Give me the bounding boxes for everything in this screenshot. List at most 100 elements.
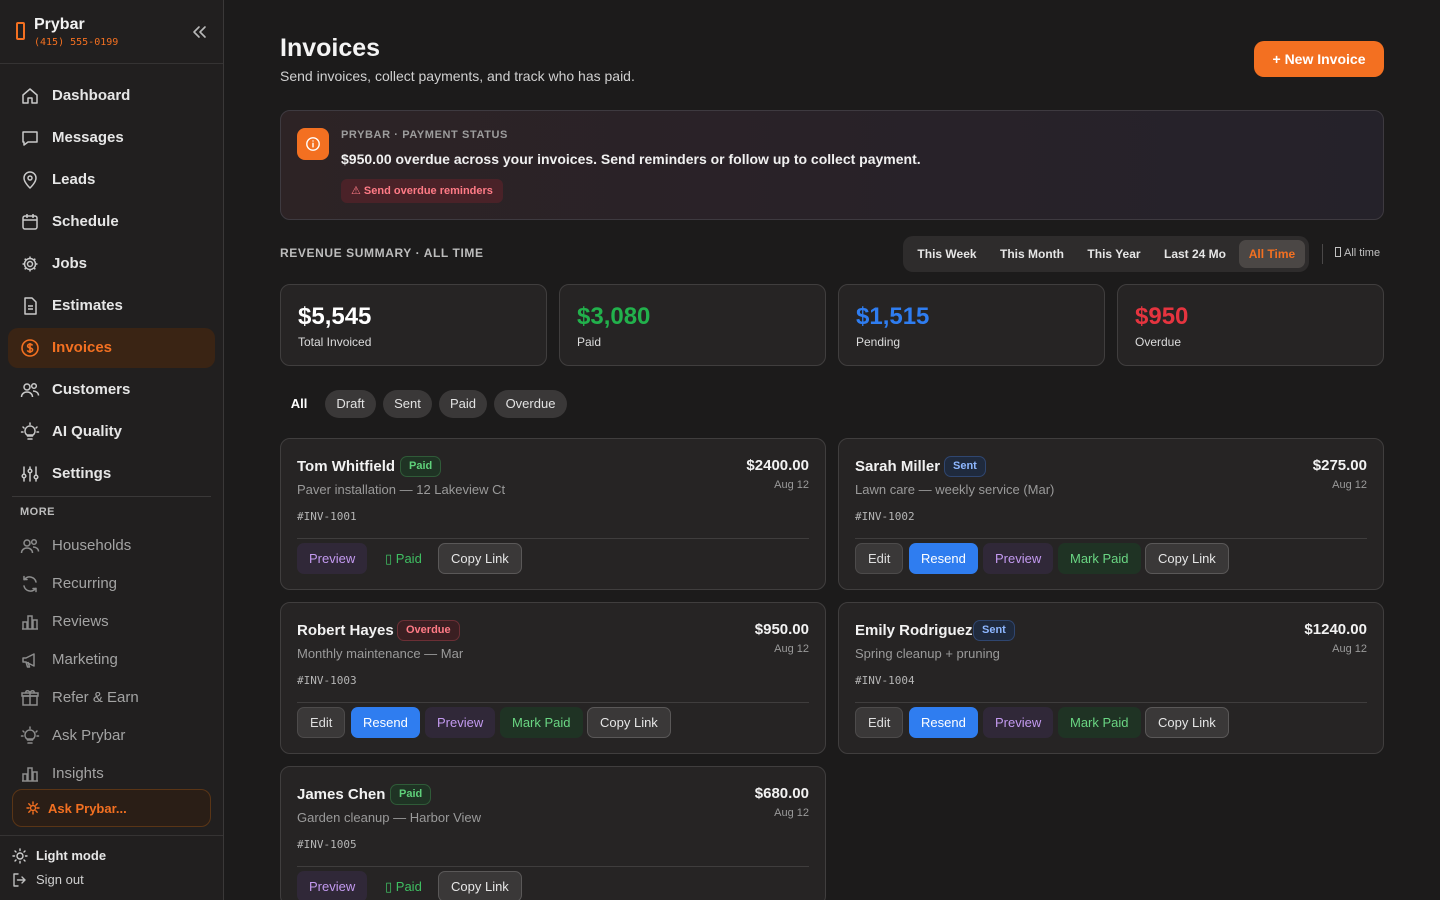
invoice-card[interactable]: Emily Rodriguez Sent Spring cleanup + pr… [838,602,1384,754]
ask-prybar-label: Ask Prybar... [48,801,127,816]
preview-button[interactable]: Preview [983,707,1054,738]
mark-paid-button[interactable]: Mark Paid [1058,707,1141,738]
sun-icon [12,848,28,864]
filter-sent[interactable]: Sent [383,390,432,418]
sign-out-label: Sign out [36,872,84,887]
edit-button[interactable]: Edit [855,543,904,574]
refresh-icon [20,574,40,594]
sidebar-item-estimates[interactable]: Estimates [8,286,215,326]
dollar-circle-icon [20,338,40,358]
send-overdue-reminders-button[interactable]: ⚠ Send overdue reminders [341,179,503,203]
sign-out-icon [12,872,28,888]
invoice-card[interactable]: Sarah Miller Sent Lawn care — weekly ser… [838,438,1384,590]
resend-button[interactable]: Resend [909,707,978,738]
prybar-logo-icon [16,22,25,40]
new-invoice-button[interactable]: + New Invoice [1254,41,1384,77]
status-badge: Overdue [397,620,460,641]
card-divider [297,702,809,703]
invoice-card[interactable]: Robert Hayes Overdue Monthly maintenance… [280,602,826,754]
lightbulb-icon [20,726,40,746]
preview-button[interactable]: Preview [983,543,1054,574]
copy-link-button[interactable]: Copy Link [1145,543,1229,574]
filter-paid[interactable]: Paid [439,390,487,418]
copy-link-button[interactable]: Copy Link [438,543,522,574]
invoice-date: Aug 12 [774,807,809,819]
sidebar-item-label: Refer & Earn [52,689,139,706]
resend-button[interactable]: Resend [351,707,420,738]
sidebar-item-label: Recurring [52,575,118,592]
sidebar-item-recurring[interactable]: Recurring [8,564,215,604]
range-this-year[interactable]: This Year [1079,240,1149,268]
home-icon [20,86,40,106]
filter-overdue[interactable]: Overdue [494,390,567,418]
range-this-week[interactable]: This Week [909,240,985,268]
stat-card-paid: $3,080 Paid [559,284,826,366]
location-pin-icon [20,170,40,190]
invoice-amount: $2400.00 [746,457,809,474]
copy-link-button[interactable]: Copy Link [438,871,522,900]
stat-label: Paid [577,335,602,349]
customer-name: Emily Rodriguez [855,622,973,639]
sidebar-item-jobs[interactable]: Jobs [8,244,215,284]
copy-link-button[interactable]: Copy Link [1145,707,1229,738]
filter-all[interactable]: All [280,390,318,418]
sidebar-item-ai-quality[interactable]: AI Quality [8,412,215,452]
sidebar-item-reviews[interactable]: Reviews [8,602,215,642]
paid-label: Paid [395,551,422,566]
sidebar-item-label: Insights [52,765,104,782]
mark-paid-button[interactable]: Mark Paid [500,707,583,738]
date-range-selector: This Week This Month This Year Last 24 M… [903,236,1309,272]
card-divider [855,538,1367,539]
stat-value: $3,080 [577,303,651,330]
sidebar-item-label: Dashboard [52,87,131,104]
invoice-number: #INV-1002 [855,510,915,523]
status-kicker: PRYBAR · PAYMENT STATUS [341,129,508,141]
preview-button[interactable]: Preview [425,707,496,738]
edit-button[interactable]: Edit [855,707,904,738]
sidebar-item-schedule[interactable]: Schedule [8,202,215,242]
sidebar-item-label: Customers [52,381,131,398]
invoice-description: Spring cleanup + pruning [855,646,1000,661]
stat-label: Total Invoiced [298,335,372,349]
range-all-time[interactable]: All Time [1239,240,1305,268]
sidebar-item-ask-prybar[interactable]: Ask Prybar [8,716,215,756]
sidebar-item-marketing[interactable]: Marketing [8,640,215,680]
invoice-number: #INV-1001 [297,510,357,523]
sidebar-item-refer-earn[interactable]: Refer & Earn [8,678,215,718]
sidebar-item-label: Households [52,537,132,554]
resend-button[interactable]: Resend [909,543,978,574]
preview-button[interactable]: Preview [297,543,368,574]
sidebar-item-leads[interactable]: Leads [8,160,215,200]
range-this-month[interactable]: This Month [991,240,1073,268]
sidebar-item-households[interactable]: Households [8,526,215,566]
message-icon [20,128,40,148]
edit-button[interactable]: Edit [297,707,346,738]
copy-link-button[interactable]: Copy Link [587,707,671,738]
custom-range-button[interactable]: All time [1335,247,1380,259]
range-last-24-mo[interactable]: Last 24 Mo [1155,240,1235,268]
stat-value: $950 [1135,303,1189,330]
filter-draft[interactable]: Draft [325,390,376,418]
sidebar-item-messages[interactable]: Messages [8,118,215,158]
collapse-sidebar-icon[interactable] [188,22,210,42]
sidebar-item-insights[interactable]: Insights [8,754,215,794]
sidebar-divider [12,496,211,497]
sliders-icon [20,464,40,484]
sidebar-item-invoices[interactable]: Invoices [8,328,215,368]
customer-name: Tom Whitfield [297,458,396,475]
sidebar-item-customers[interactable]: Customers [8,370,215,410]
sidebar-item-settings[interactable]: Settings [8,454,215,494]
sidebar-item-dashboard[interactable]: Dashboard [8,76,215,116]
custom-range-label: All time [1344,247,1381,259]
sidebar-item-label: Reviews [52,613,109,630]
stat-card-pending: $1,515 Pending [838,284,1105,366]
check-icon: ▯ [385,551,393,566]
invoice-description: Lawn care — weekly service (Mar) [855,482,1055,497]
mark-paid-button[interactable]: Mark Paid [1058,543,1141,574]
invoice-card[interactable]: James Chen Paid Garden cleanup — Harbor … [280,766,826,900]
info-icon [297,128,329,160]
invoice-amount: $275.00 [1312,457,1367,474]
invoice-card[interactable]: Tom Whitfield Paid Paver installation — … [280,438,826,590]
ask-prybar-input[interactable]: Ask Prybar... [12,789,211,827]
preview-button[interactable]: Preview [297,871,368,900]
